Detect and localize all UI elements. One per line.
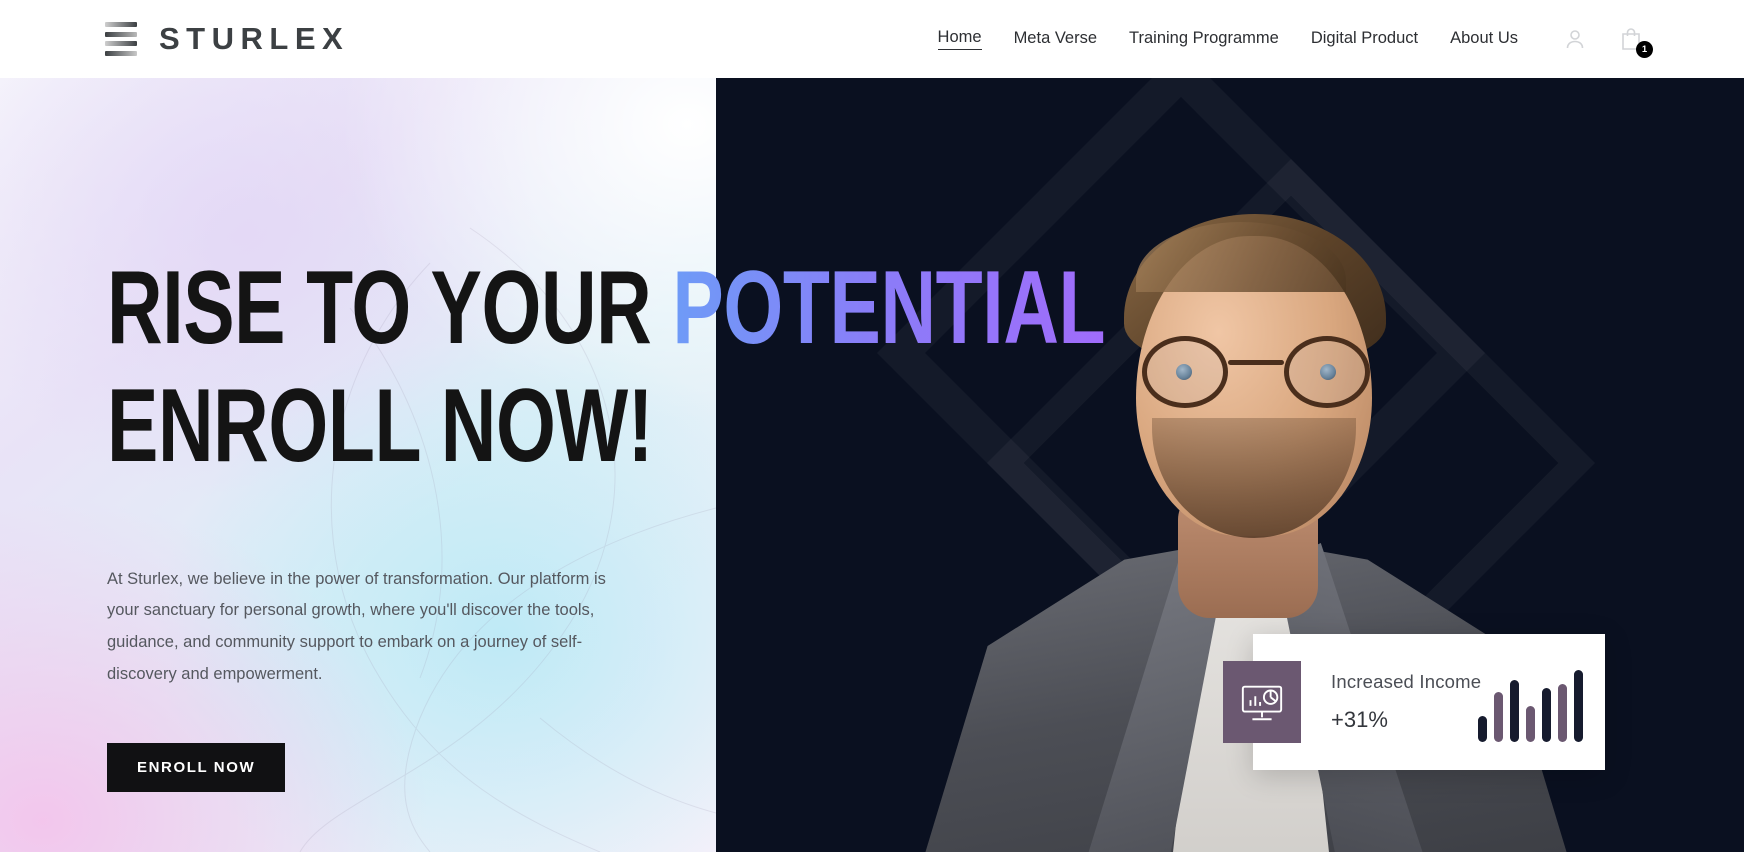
brand-name: STURLEX: [159, 21, 350, 56]
bar: [1526, 706, 1535, 742]
hero-content: RISE TO YOUR POTENTIAL ENROLL NOW! At St…: [107, 78, 1107, 792]
shopping-bag-icon[interactable]: 1: [1618, 25, 1653, 58]
income-bar-chart: [1478, 664, 1583, 742]
hero-section: RISE TO YOUR POTENTIAL ENROLL NOW! At St…: [0, 78, 1744, 852]
header-actions: 1: [1562, 25, 1653, 58]
nav-item-home[interactable]: Home: [937, 28, 982, 50]
stat-value: +31%: [1331, 707, 1388, 732]
hero-headline-accent: POTENTIAL: [672, 250, 1106, 366]
hero-headline-line-2: ENROLL NOW!: [107, 367, 654, 484]
hero-paragraph: At Sturlex, we believe in the power of t…: [107, 569, 606, 683]
bar: [1510, 680, 1519, 742]
user-icon[interactable]: [1562, 25, 1588, 53]
stat-text-block: Increased Income +31%: [1331, 671, 1481, 733]
bar: [1478, 716, 1487, 742]
cart-count-badge: 1: [1636, 41, 1653, 58]
stat-label: Increased Income: [1331, 671, 1482, 692]
increased-income-card[interactable]: Increased Income +31%: [1223, 634, 1605, 770]
bar: [1574, 670, 1583, 742]
landing-page: STURLEX Home Meta Verse Training Program…: [0, 0, 1744, 852]
nav-item-about-us[interactable]: About Us: [1450, 29, 1518, 50]
hero-headline-plain: RISE TO YOUR: [107, 250, 673, 366]
enroll-now-button[interactable]: ENROLL NOW: [107, 742, 286, 792]
nav-item-training-programme[interactable]: Training Programme: [1129, 29, 1279, 50]
nav-item-digital-product[interactable]: Digital Product: [1311, 29, 1418, 50]
bar: [1494, 692, 1503, 742]
hero-headline-line-1: RISE TO YOUR POTENTIAL: [107, 256, 1106, 360]
site-header: STURLEX Home Meta Verse Training Program…: [0, 0, 1744, 78]
brand-logo[interactable]: STURLEX: [105, 21, 349, 57]
bar: [1558, 684, 1567, 742]
bar: [1542, 688, 1551, 742]
main-nav: Home Meta Verse Training Programme Digit…: [937, 28, 1518, 50]
stacked-bars-logo-icon: [105, 22, 137, 56]
monitor-analytics-icon: [1223, 661, 1301, 743]
nav-item-meta-verse[interactable]: Meta Verse: [1014, 29, 1097, 50]
